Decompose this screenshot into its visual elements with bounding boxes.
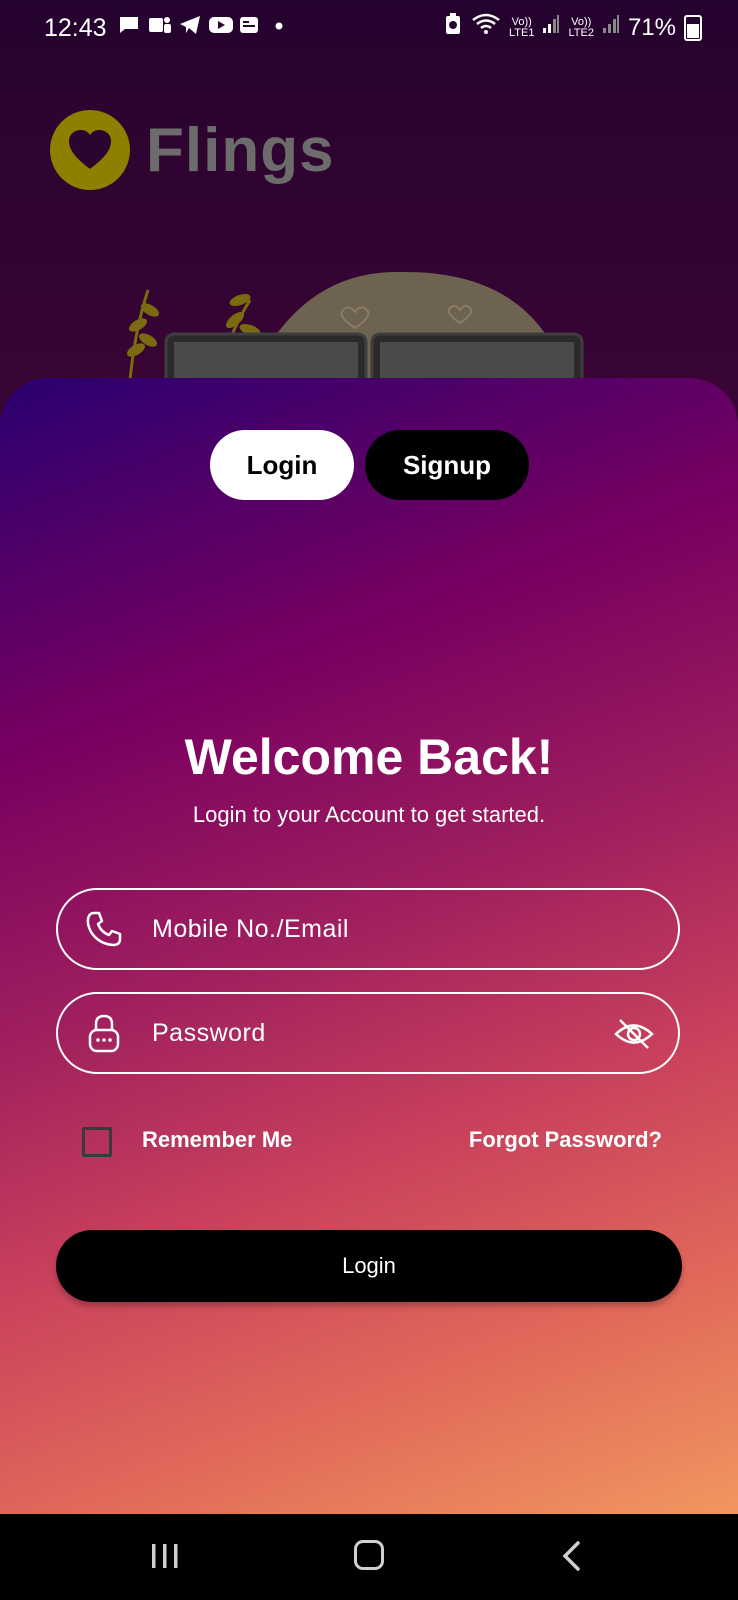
battery-saver-icon [443,12,463,43]
tab-login[interactable]: Login [210,430,354,500]
welcome-title: Welcome Back! [184,729,554,785]
home-icon[interactable] [354,1540,384,1570]
wifi-icon [471,12,501,43]
system-nav-bar [0,1514,738,1600]
recents-icon[interactable] [150,1542,182,1575]
tab-signup[interactable]: Signup [365,430,529,500]
sim1-label: Vo)) LTE1 [508,15,535,39]
back-icon[interactable] [560,1540,584,1577]
sim2-label: Vo)) LTE2 [568,15,594,39]
volte-label: Vo)) [571,15,592,28]
volte-label: Vo)) [511,15,532,28]
remember-me-label[interactable]: Remember Me [142,1127,292,1153]
chat-icon [118,14,140,36]
remember-me-checkbox[interactable] [82,1127,112,1157]
lte2-label: LTE2 [568,26,594,39]
forgot-password-link[interactable]: Forgot Password? [469,1127,662,1153]
heart-logo-icon [50,110,130,190]
status-bar: 12:43 Vo)) LTE1 Vo)) LTE2 71% [0,0,738,56]
battery-percentage: 71% [627,13,676,41]
email-placeholder: Mobile No./Email [152,914,349,943]
eye-off-icon[interactable] [612,1012,656,1056]
signal-icon [602,13,620,42]
battery-icon [684,14,702,41]
password-field[interactable]: Password [56,992,680,1074]
dot-icon [268,14,290,36]
lte1-label: LTE1 [508,26,535,39]
email-field[interactable]: Mobile No./Email [56,888,680,970]
app-logo: Flings [50,110,335,190]
lock-icon [82,1011,126,1055]
welcome-subtitle: Login to your Account to get started. [192,802,546,827]
brand-name: Flings [146,115,335,185]
system-status: Vo)) LTE1 Vo)) LTE2 71% [443,12,702,43]
signal-icon [542,13,560,42]
teams-icon [148,14,171,36]
notification-icons [118,14,290,36]
login-button[interactable]: Login [56,1230,682,1302]
telegram-icon [178,14,200,36]
news-icon [238,14,260,36]
password-placeholder: Password [152,1018,266,1047]
phone-icon [82,907,126,951]
youtube-icon [208,14,233,36]
status-time: 12:43 [44,14,107,42]
